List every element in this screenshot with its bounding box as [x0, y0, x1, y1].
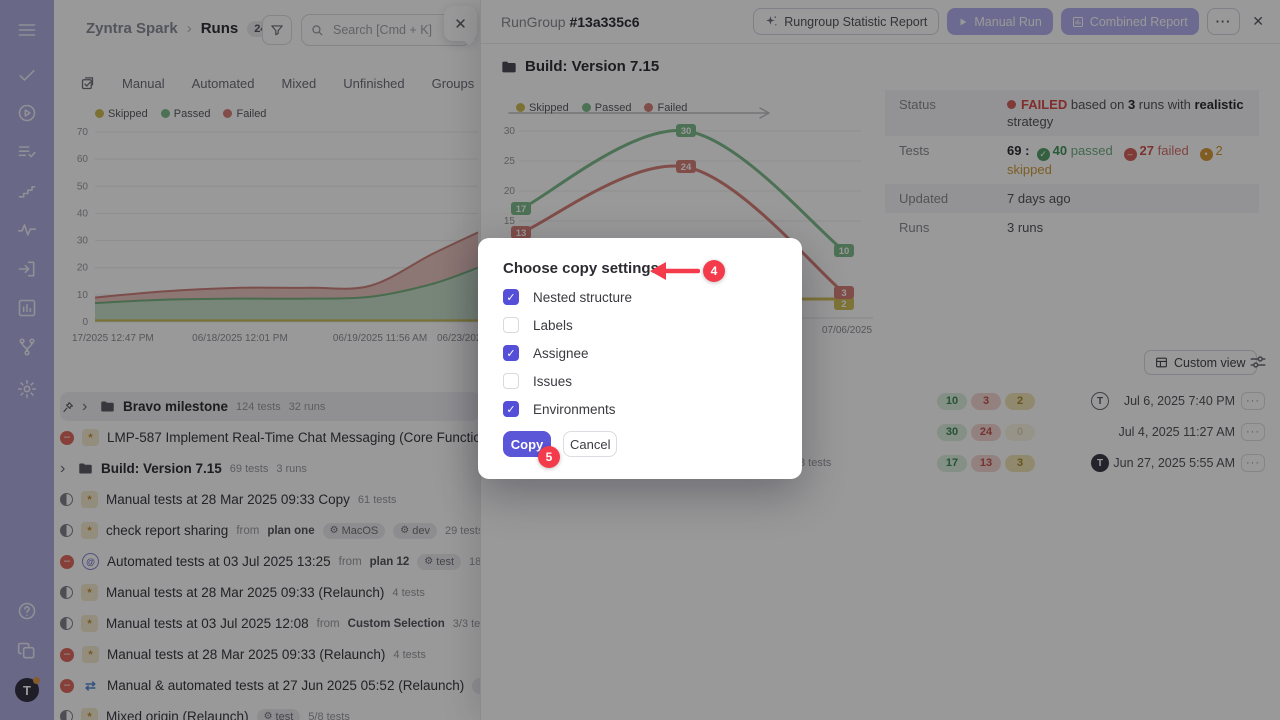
- option-label: Assignee: [533, 346, 589, 361]
- option-label: Environments: [533, 402, 616, 417]
- option-label: Issues: [533, 374, 572, 389]
- copy-option-environments[interactable]: ✓ Environments: [503, 401, 777, 417]
- checkbox-checked[interactable]: ✓: [503, 289, 519, 305]
- copy-option-nested-structure[interactable]: ✓ Nested structure: [503, 289, 777, 305]
- annotation-badge-5: 5: [538, 446, 560, 468]
- option-label: Labels: [533, 318, 573, 333]
- modal-options: ✓ Nested structure Labels ✓ Assignee Issues ✓ E…: [503, 289, 777, 417]
- checkbox-unchecked[interactable]: [503, 373, 519, 389]
- copy-option-labels[interactable]: Labels: [503, 317, 777, 333]
- cancel-button[interactable]: Cancel: [563, 431, 617, 457]
- annotation-badge-4: 4: [703, 260, 725, 282]
- copy-option-issues[interactable]: Issues: [503, 373, 777, 389]
- option-label: Nested structure: [533, 290, 632, 305]
- checkbox-checked[interactable]: ✓: [503, 401, 519, 417]
- checkbox-unchecked[interactable]: [503, 317, 519, 333]
- annotation-arrow: [640, 255, 700, 287]
- copy-option-assignee[interactable]: ✓ Assignee: [503, 345, 777, 361]
- checkbox-checked[interactable]: ✓: [503, 345, 519, 361]
